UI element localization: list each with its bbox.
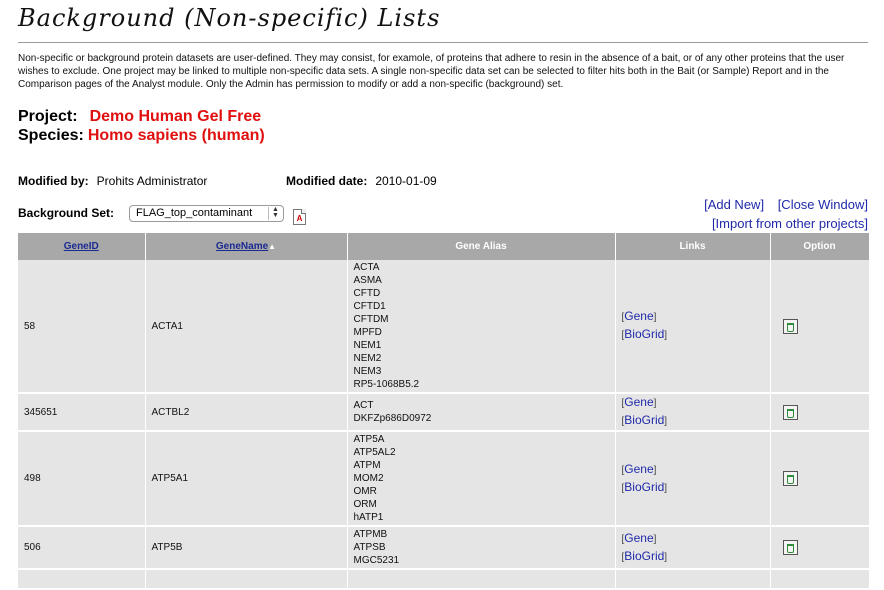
- biogrid-link[interactable]: BioGrid: [624, 413, 664, 427]
- table-row: 58 ACTA1 ACTA ASMA CFTD CFTD1 CFTDM MPFD NEM1 N…: [18, 260, 870, 394]
- gene-name-cell: ACTA1: [145, 260, 348, 394]
- gene-alias-item: MGC5231: [353, 555, 400, 566]
- modified-by-label: Modified by:: [18, 174, 89, 188]
- modified-date: Modified date: 2010-01-09: [286, 174, 437, 188]
- header-option: Option: [770, 233, 870, 260]
- gene-alias-item: DKFZp686D0972: [353, 413, 432, 424]
- sort-asc-icon: ▲: [268, 242, 277, 251]
- species-row: Species: Homo sapiens (human): [18, 127, 265, 145]
- gene-name-cell: ATP5B: [145, 526, 348, 570]
- species-value: Homo sapiens (human): [87, 127, 265, 144]
- gene-alias-item: NEM3: [353, 366, 382, 377]
- gene-name-cell: ATP5A1: [145, 431, 348, 527]
- gene-id-cell: [18, 569, 146, 590]
- gene-alias-item: ATPMB: [353, 529, 388, 540]
- links-cell: [615, 569, 771, 590]
- gene-alias-item: CFTD1: [353, 301, 386, 312]
- gene-alias-item: CFTDM: [353, 314, 389, 325]
- modified-date-value: 2010-01-09: [375, 174, 437, 188]
- gene-alias-cell: ACT DKFZp686D0972: [347, 393, 616, 432]
- table-row: 498 ATP5A1 ATP5A ATP5AL2 ATPM MOM2 OMR ORM hAT…: [18, 431, 870, 527]
- gene-alias-item: RP5-1068B5.2: [353, 379, 420, 390]
- species-label: Species:: [18, 127, 84, 144]
- gene-alias-item: ORM: [353, 499, 377, 510]
- project-row: Project: Demo Human Gel Free: [18, 108, 261, 126]
- header-gene-id[interactable]: GeneID: [18, 233, 146, 260]
- option-cell: [770, 431, 870, 527]
- add-new-link[interactable]: [Add New]: [704, 197, 764, 212]
- project-label: Project:: [18, 108, 78, 125]
- table-row: [18, 569, 870, 590]
- gene-name-cell: [145, 569, 348, 590]
- gene-link[interactable]: Gene: [624, 531, 653, 545]
- table-row: 345651 ACTBL2 ACT DKFZp686D0972 [Gene] [B…: [18, 393, 870, 432]
- option-cell: [770, 260, 870, 394]
- gene-id-cell: 58: [18, 260, 146, 394]
- table-header-row: GeneID GeneName▲ Gene Alias Links Option: [18, 233, 870, 260]
- gene-alias-cell: [347, 569, 616, 590]
- gene-alias-item: MOM2: [353, 473, 384, 484]
- pdf-icon[interactable]: A: [293, 209, 306, 225]
- actions-row-2: [Import from other projects]: [702, 216, 868, 231]
- page-description: Non-specific or background protein datas…: [18, 53, 845, 90]
- gene-id-cell: 498: [18, 431, 146, 527]
- gene-alias-item: ATP5A: [353, 434, 385, 445]
- gene-alias-item: ATP5AL2: [353, 447, 396, 458]
- background-set-value: FLAG_top_contaminant: [136, 207, 253, 219]
- gene-alias-item: OMR: [353, 486, 377, 497]
- gene-alias-cell: ACTA ASMA CFTD CFTD1 CFTDM MPFD NEM1 NEM2 NEM3 RP…: [347, 260, 616, 394]
- biogrid-link[interactable]: BioGrid: [624, 327, 664, 341]
- gene-id-cell: 506: [18, 526, 146, 570]
- header-gene-name[interactable]: GeneName▲: [145, 233, 348, 260]
- gene-link[interactable]: Gene: [624, 309, 653, 323]
- gene-alias-item: NEM1: [353, 340, 382, 351]
- gene-link[interactable]: Gene: [624, 395, 653, 409]
- gene-id-cell: 345651: [18, 393, 146, 432]
- modified-by-value: Prohits Administrator: [96, 174, 208, 188]
- option-cell: [770, 569, 870, 590]
- option-cell: [770, 393, 870, 432]
- delete-icon[interactable]: [782, 471, 798, 486]
- gene-alias-item: ACTA: [353, 262, 380, 273]
- links-cell: [Gene] [BioGrid]: [615, 431, 771, 527]
- gene-alias-item: CFTD: [353, 288, 381, 299]
- table-row: 506 ATP5B ATPMB ATPSB MGC5231 [Gene] [BioG…: [18, 526, 870, 570]
- delete-icon[interactable]: [782, 318, 798, 334]
- project-value: Demo Human Gel Free: [89, 108, 262, 125]
- gene-alias-item: ASMA: [353, 275, 382, 286]
- modified-by: Modified by: Prohits Administrator: [18, 174, 207, 188]
- modified-date-label: Modified date:: [286, 174, 368, 188]
- header-links: Links: [615, 233, 771, 260]
- gene-alias-item: hATP1: [353, 512, 384, 523]
- header-gene-alias: Gene Alias: [347, 233, 616, 260]
- links-cell: [Gene] [BioGrid]: [615, 526, 771, 570]
- gene-alias-item: MPFD: [353, 327, 382, 338]
- import-link[interactable]: [Import from other projects]: [712, 216, 868, 231]
- select-arrows-icon: ▲ ▼: [268, 206, 282, 220]
- gene-link[interactable]: Gene: [624, 462, 653, 476]
- title-divider: [18, 42, 868, 43]
- gene-alias-item: NEM2: [353, 353, 382, 364]
- gene-alias-cell: ATP5A ATP5AL2 ATPM MOM2 OMR ORM hATP1: [347, 431, 616, 527]
- page-title: Background (Non-specific) Lists: [18, 4, 441, 32]
- gene-alias-cell: ATPMB ATPSB MGC5231: [347, 526, 616, 570]
- gene-alias-item: ATPM: [353, 460, 381, 471]
- close-window-link[interactable]: [Close Window]: [778, 197, 868, 212]
- option-cell: [770, 526, 870, 570]
- biogrid-link[interactable]: BioGrid: [624, 480, 664, 494]
- background-set-label: Background Set:: [18, 206, 115, 220]
- background-set-select[interactable]: FLAG_top_contaminant ▲ ▼: [129, 205, 284, 222]
- biogrid-link[interactable]: BioGrid: [624, 549, 664, 563]
- delete-icon[interactable]: [782, 540, 798, 555]
- actions-row-1: [Add New] [Close Window]: [694, 197, 868, 212]
- background-table: GeneID GeneName▲ Gene Alias Links Option…: [18, 233, 870, 590]
- links-cell: [Gene] [BioGrid]: [615, 393, 771, 432]
- delete-icon[interactable]: [782, 404, 798, 420]
- links-cell: [Gene] [BioGrid]: [615, 260, 771, 394]
- gene-name-cell: ACTBL2: [145, 393, 348, 432]
- gene-alias-item: ATPSB: [353, 542, 386, 553]
- gene-alias-item: ACT: [353, 400, 374, 411]
